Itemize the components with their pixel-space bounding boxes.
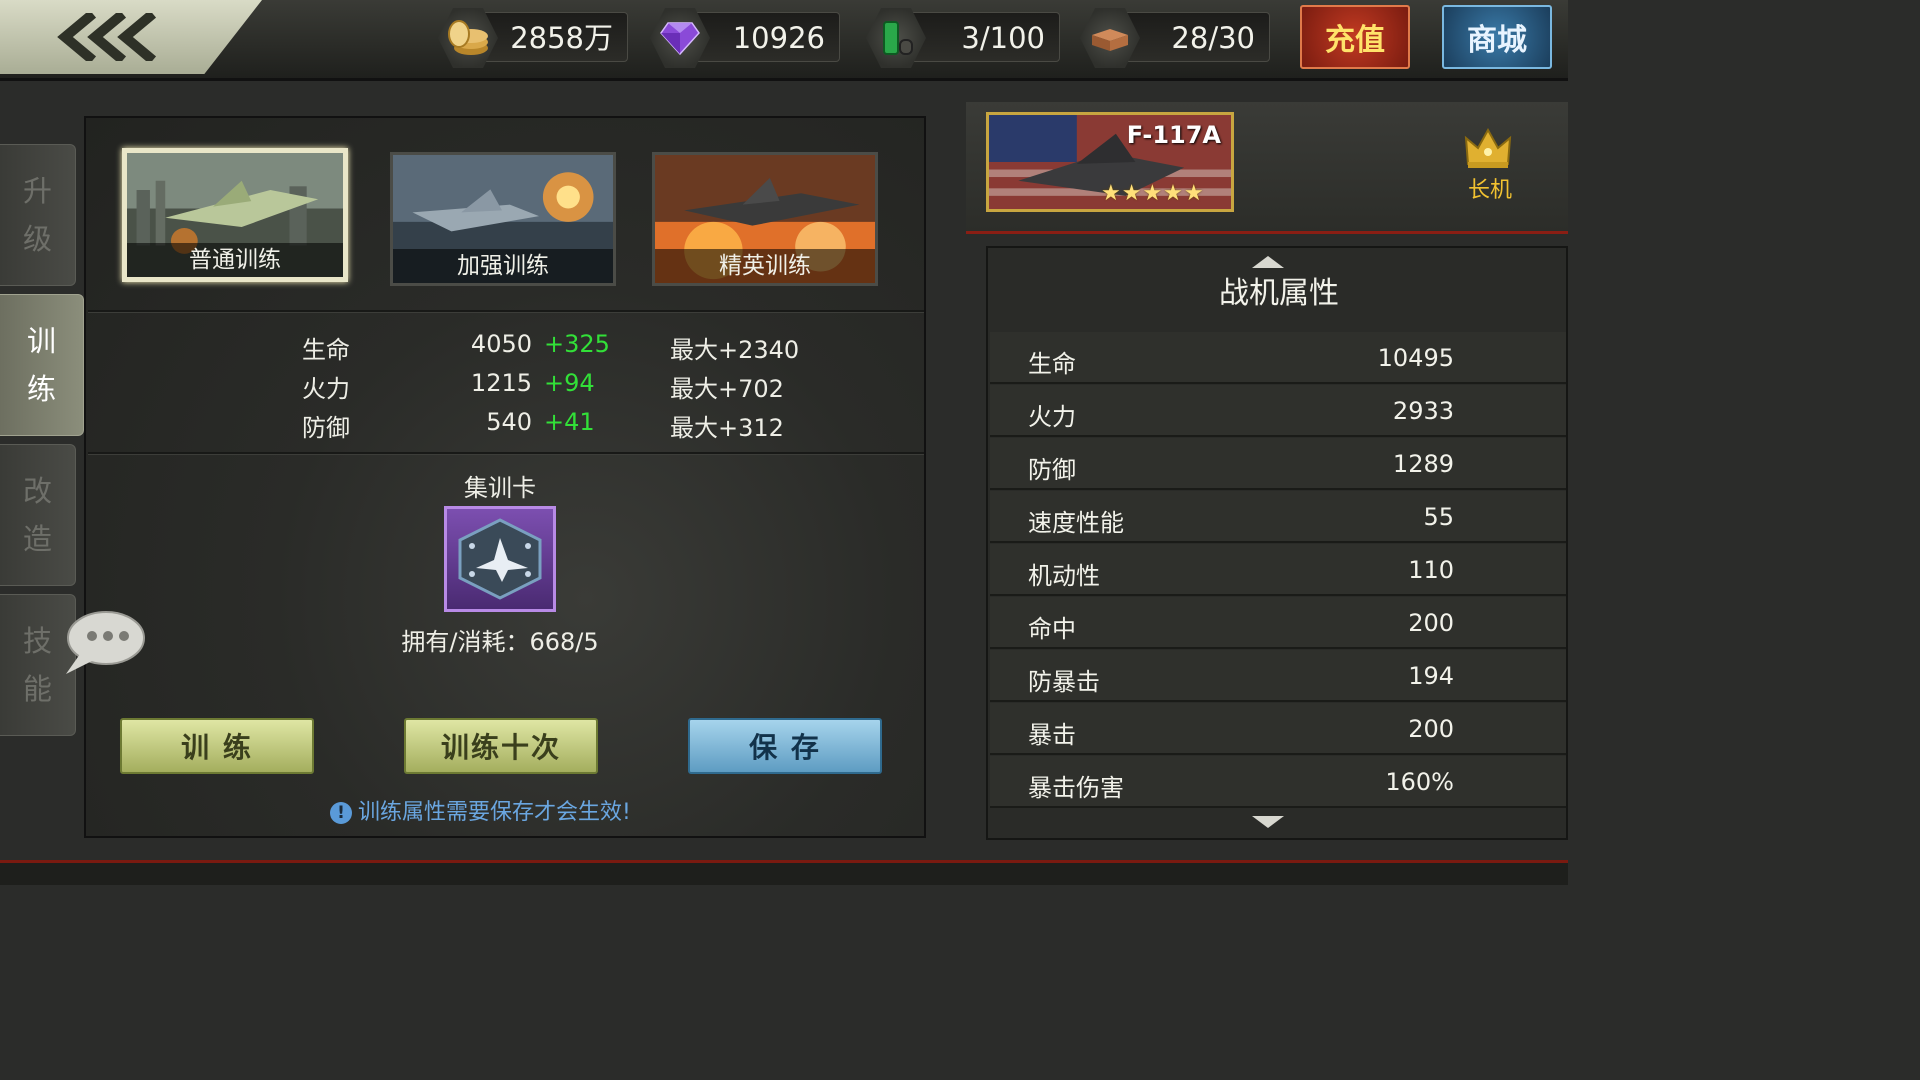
stat-value: 1215: [470, 369, 532, 397]
attribute-name: 防御: [1028, 456, 1076, 484]
diamond-value: 10926: [732, 21, 825, 55]
plane-star-rating: ★★★★★: [1101, 181, 1205, 206]
tab-upgrade-label-2: 级: [22, 222, 52, 256]
stat-name: 火力: [302, 375, 350, 403]
training-card-emblem-icon: [458, 518, 542, 600]
scroll-down-icon[interactable]: [1250, 814, 1286, 830]
save-hint: ! 训练属性需要保存才会生效!: [330, 794, 631, 826]
info-icon: !: [330, 802, 352, 824]
save-button-label: 保 存: [749, 731, 821, 764]
shop-button[interactable]: 商城: [1442, 5, 1552, 69]
mode-card-normal-label: 普通训练: [127, 243, 343, 277]
attribute-row: 防御 1289: [990, 438, 1566, 490]
train-ten-button-label: 训练十次: [440, 731, 561, 764]
attribute-value: 55: [1423, 503, 1454, 531]
attributes-title: 战机属性: [1219, 276, 1339, 311]
chat-bubble-icon[interactable]: [58, 608, 148, 678]
attribute-name: 生命: [1028, 350, 1076, 378]
train-button[interactable]: 训 练: [120, 718, 314, 774]
stat-value: 540: [486, 408, 532, 436]
material-value: 28/30: [1171, 21, 1255, 55]
attribute-row: 命中 200: [990, 597, 1566, 649]
gold-value: 2858万: [510, 21, 613, 55]
shop-label: 商城: [1467, 23, 1527, 58]
fuel-value: 3/100: [961, 21, 1045, 55]
attribute-value: 200: [1408, 609, 1454, 637]
plane-model-name: F-117A: [1126, 121, 1221, 149]
tab-modify-label-2: 造: [22, 522, 52, 556]
mode-card-enhanced[interactable]: 加强训练: [390, 152, 616, 286]
stat-increase: +94: [544, 369, 595, 397]
attribute-row: 机动性 110: [990, 544, 1566, 596]
attribute-row: 速度性能 55: [990, 491, 1566, 543]
attribute-name: 暴击: [1028, 721, 1076, 749]
stat-increase: +41: [544, 408, 595, 436]
attribute-name: 暴击伤害: [1028, 774, 1124, 802]
tab-skills-label-1: 技: [22, 624, 52, 658]
mode-card-elite[interactable]: 精英训练: [652, 152, 878, 286]
attribute-name: 机动性: [1028, 562, 1100, 590]
save-hint-text: 训练属性需要保存才会生效!: [358, 800, 631, 825]
attribute-value: 200: [1408, 715, 1454, 743]
train-ten-button[interactable]: 训练十次: [404, 718, 598, 774]
save-button[interactable]: 保 存: [688, 718, 882, 774]
divider: [88, 310, 924, 313]
recharge-button[interactable]: 充值: [1300, 5, 1410, 69]
tab-upgrade[interactable]: 升 级: [0, 144, 76, 286]
tab-training[interactable]: 训 练: [0, 294, 84, 436]
mode-card-elite-label: 精英训练: [655, 249, 875, 283]
training-stats: 生命 4050 +325 最大+2340 火力 1215 +94 最大+702 …: [302, 330, 822, 450]
stat-max: 最大+2340: [670, 336, 800, 364]
divider: [88, 452, 924, 455]
training-card-item[interactable]: [444, 506, 556, 612]
mode-card-normal[interactable]: 普通训练: [122, 148, 348, 282]
stat-name: 防御: [302, 414, 350, 442]
attribute-name: 命中: [1028, 615, 1076, 643]
mode-card-enhanced-label: 加强训练: [393, 249, 613, 283]
tab-modify[interactable]: 改 造: [0, 444, 76, 586]
recharge-label: 充值: [1325, 23, 1385, 58]
stat-max: 最大+702: [670, 375, 784, 403]
plane-portrait[interactable]: F-117A ★★★★★: [986, 112, 1234, 212]
stat-increase: +325: [544, 330, 610, 358]
stat-value: 4050: [470, 330, 532, 358]
attribute-value: 110: [1408, 556, 1454, 584]
attributes-panel: 战机属性 生命 10495 火力 2933 防御 1289 速度性能 55 机动…: [986, 246, 1568, 840]
back-arrows-icon: [57, 13, 157, 61]
leader-label: 长机: [1467, 178, 1512, 203]
stat-name: 生命: [302, 336, 350, 364]
tab-training-label-1: 训: [26, 324, 56, 358]
attribute-row: 暴击伤害 160%: [990, 756, 1566, 808]
tab-training-label-2: 练: [26, 372, 56, 406]
tab-upgrade-label-1: 升: [22, 174, 52, 208]
training-card-count: 拥有/消耗：668/5: [401, 628, 599, 656]
attribute-row: 生命 10495: [990, 332, 1566, 384]
attribute-row: 暴击 200: [990, 703, 1566, 755]
training-card-title: 集训卡: [464, 474, 536, 502]
crown-icon: [1464, 127, 1512, 168]
attribute-name: 火力: [1028, 403, 1076, 431]
tab-skills-label-2: 能: [22, 672, 52, 706]
attribute-row: 火力 2933: [990, 385, 1566, 437]
attribute-name: 速度性能: [1028, 509, 1124, 537]
attribute-row: 防暴击 194: [990, 650, 1566, 702]
attribute-value: 160%: [1385, 768, 1454, 796]
attribute-value: 1289: [1392, 450, 1454, 478]
train-button-label: 训 练: [181, 731, 253, 764]
tab-modify-label-1: 改: [22, 474, 52, 508]
attribute-name: 防暴击: [1028, 668, 1100, 696]
attribute-value: 194: [1408, 662, 1454, 690]
attribute-value: 2933: [1392, 397, 1454, 425]
stat-max: 最大+312: [670, 414, 784, 442]
bottom-bar: [0, 860, 1568, 885]
attribute-value: 10495: [1377, 344, 1454, 372]
